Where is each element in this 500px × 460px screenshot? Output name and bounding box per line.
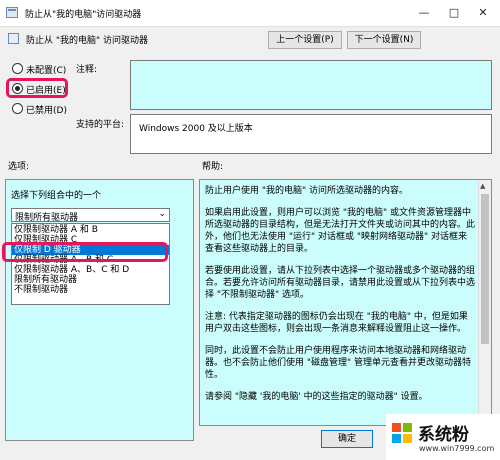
setting-title: 防止从 "我的电脑" 访问驱动器: [26, 36, 149, 46]
scroll-up-icon[interactable]: ▲: [480, 182, 485, 190]
help-paragraph: 防止用户使用 "我的电脑" 访问所选驱动器的内容。: [205, 186, 409, 196]
dropdown-highlight: [2, 242, 168, 262]
drive-select-value: 限制所有驱动器: [15, 213, 79, 223]
platform-textbox: Windows 2000 及以上版本: [130, 114, 492, 154]
help-paragraph: 如果启用此设置，则用户可以浏览 "我的电脑" 或文件资源管理器中所选驱动器的目录…: [205, 208, 475, 254]
policy-icon: [6, 7, 18, 18]
radio-circle: [12, 63, 23, 74]
help-text: 防止用户使用 "我的电脑" 访问所选驱动器的内容。 如果启用此设置，则用户可以浏…: [205, 185, 475, 420]
help-label: 帮助:: [202, 162, 224, 172]
platform-label: 支持的平台:: [76, 120, 125, 130]
chevron-down-icon: ⌄: [158, 209, 166, 219]
comment-label: 注释:: [76, 65, 98, 75]
radio-enabled[interactable]: 已启用(E): [12, 83, 68, 96]
next-setting-button[interactable]: 下一个设置(N): [347, 31, 421, 49]
ok-button[interactable]: 确定: [321, 430, 373, 448]
watermark-url: www.win7999.com: [419, 444, 495, 453]
radio-label: 已启用(E): [26, 86, 66, 96]
help-paragraph: 请参阅 "隐藏 '我的电脑' 中的这些指定的驱动器" 设置。: [205, 392, 428, 402]
radio-label: 未配置(C): [26, 66, 67, 76]
options-label: 选项:: [8, 162, 30, 172]
watermark-brand: 系统粉: [418, 425, 469, 445]
drive-select[interactable]: 限制所有驱动器 ⌄: [11, 208, 170, 223]
options-prompt: 选择下列组合中的一个: [11, 191, 102, 201]
maximize-button[interactable]: □: [440, 0, 468, 26]
dropdown-item[interactable]: 仅限制驱动器 A 和 B: [12, 225, 169, 235]
comment-textbox[interactable]: [130, 60, 492, 110]
dropdown-item[interactable]: 不限制驱动器: [12, 285, 169, 295]
radio-circle: [12, 83, 23, 94]
prev-setting-button[interactable]: 上一个设置(P): [268, 31, 342, 49]
dropdown-item[interactable]: 仅限制驱动器 A、B、C 和 D: [12, 265, 169, 275]
window-title: 防止从"我的电脑"访问驱动器: [25, 10, 142, 20]
radio-circle: [12, 103, 23, 114]
dropdown-item[interactable]: 限制所有驱动器: [12, 275, 169, 285]
drive-dropdown-list: 仅限制驱动器 A 和 B 仅限制驱动器 C 仅限制 D 驱动器 仅限制驱动器 A…: [11, 223, 170, 305]
radio-label: 已禁用(D): [26, 106, 67, 116]
close-button[interactable]: ✕: [469, 0, 497, 26]
windows-logo-icon: [392, 423, 412, 443]
watermark: 系统粉 www.win7999.com: [386, 414, 500, 460]
options-panel: 选择下列组合中的一个 限制所有驱动器 ⌄ 仅限制驱动器 A 和 B 仅限制驱动器…: [5, 179, 194, 441]
help-paragraph: 若要使用此设置，请从下拉列表中选择一个驱动器或多个驱动器的组合。若要允许访问所有…: [205, 266, 475, 300]
scroll-thumb[interactable]: [481, 194, 489, 344]
help-paragraph: 注意: 代表指定驱动器的图标仍会出现在 "我的电脑" 中，但是如果用户双击这些图…: [205, 312, 468, 334]
help-paragraph: 同时，此设置不会防止用户使用程序来访问本地驱动器和网络驱动器。也不会防止他们使用…: [205, 346, 472, 380]
minimize-button[interactable]: —: [410, 0, 438, 26]
title-bar: 防止从"我的电脑"访问驱动器 — □ ✕: [0, 0, 500, 27]
radio-not-configured[interactable]: 未配置(C): [12, 63, 68, 76]
help-panel: 防止用户使用 "我的电脑" 访问所选驱动器的内容。 如果启用此设置，则用户可以浏…: [199, 179, 492, 426]
radio-disabled[interactable]: 已禁用(D): [12, 103, 68, 116]
help-scrollbar[interactable]: ▲ ▼: [478, 180, 491, 425]
setting-icon: [8, 33, 19, 44]
